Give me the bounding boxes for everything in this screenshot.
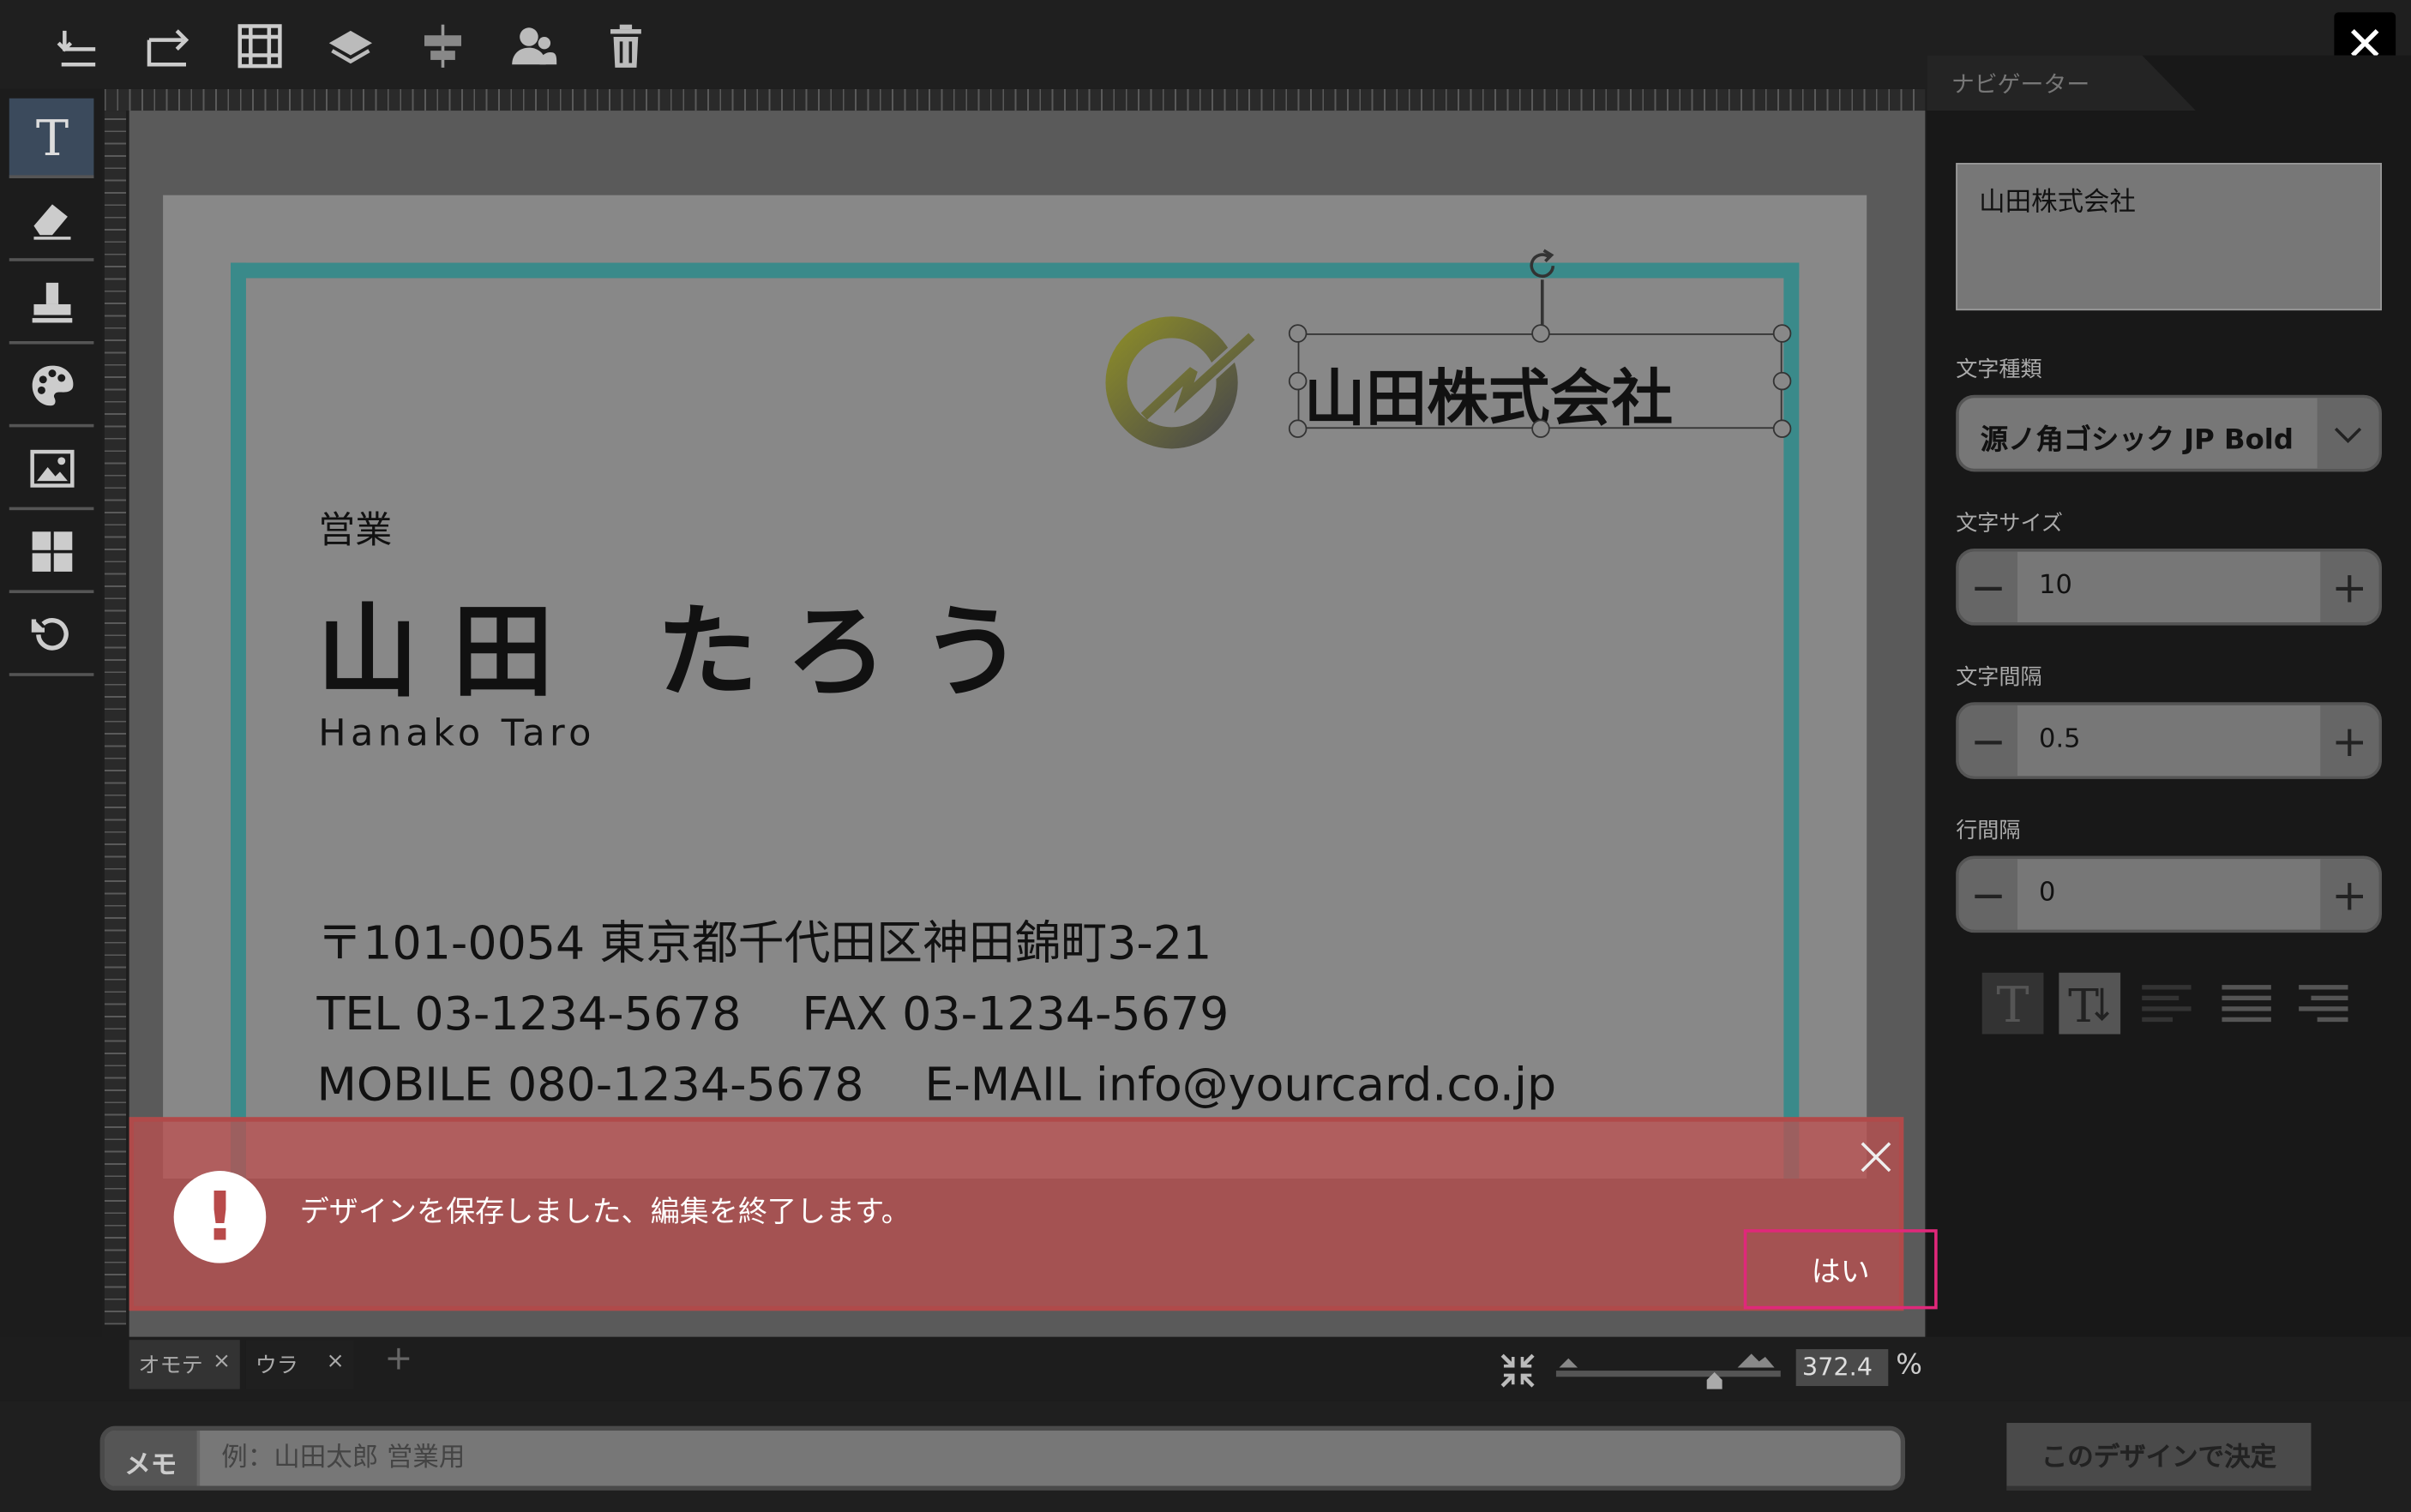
text-icon: T — [35, 112, 68, 161]
person-name-text[interactable]: 山田 たろう — [316, 570, 1056, 717]
alert-message: デザインを保存しました、編集を終了します。 — [299, 1195, 911, 1230]
rotate-handle-icon[interactable] — [1522, 246, 1562, 286]
letter-spacing-value[interactable]: 0.5 — [2039, 723, 2081, 754]
person-roman-text[interactable]: Hanako Taro — [318, 711, 596, 754]
decide-design-button[interactable]: このデザインで決定 — [2006, 1423, 2312, 1491]
navigator-panel: ナビゲーター 山田株式会社 文字種類 源ノ角ゴシック JP Bold 文字サイズ… — [1927, 55, 2411, 1337]
zoom-control: 372.4 % — [1494, 1346, 1925, 1392]
stamp-tool[interactable] — [9, 264, 94, 345]
letter-spacing-stepper: − 0.5 + — [1956, 702, 2382, 779]
resize-handle[interactable] — [1288, 419, 1308, 438]
memo-label: メモ — [104, 1431, 197, 1486]
tab-front-label: オモテ — [138, 1353, 203, 1379]
image-tool[interactable] — [9, 430, 94, 511]
resize-handle[interactable] — [1772, 419, 1792, 438]
minus-icon[interactable]: − — [1958, 859, 2017, 930]
font-type-value: 源ノ角ゴシック JP Bold — [1980, 423, 2294, 457]
resize-handle[interactable] — [1772, 324, 1792, 343]
grid-icon[interactable] — [229, 15, 291, 77]
close-icon[interactable]: × — [327, 1349, 345, 1374]
horizontal-text-icon[interactable]: T — [1981, 972, 2044, 1035]
resize-handle[interactable] — [1531, 324, 1550, 343]
tab-back[interactable]: ウラ × — [245, 1340, 354, 1389]
align-right-icon[interactable] — [2293, 973, 2354, 1035]
stamp-icon — [31, 282, 72, 323]
minus-icon[interactable]: − — [1958, 551, 2017, 623]
plus-icon[interactable]: + — [2320, 705, 2379, 777]
plus-icon[interactable]: + — [2320, 859, 2379, 930]
department-text[interactable]: 営業 — [318, 500, 392, 554]
svg-text:T: T — [35, 112, 68, 161]
align-left-icon[interactable] — [2136, 973, 2198, 1035]
align-center-text-icon[interactable] — [2216, 973, 2277, 1035]
layers-icon[interactable] — [320, 15, 382, 77]
zoom-slider[interactable] — [1553, 1349, 1783, 1392]
save-alert: ! デザインを保存しました、編集を終了します。 はい — [129, 1117, 1938, 1311]
resize-handle[interactable] — [1288, 371, 1308, 391]
exclamation-icon: ! — [173, 1171, 267, 1263]
line-spacing-value[interactable]: 0 — [2039, 878, 2055, 909]
plus-icon[interactable]: + — [2320, 551, 2379, 623]
font-size-value[interactable]: 10 — [2039, 570, 2072, 601]
minus-icon[interactable]: − — [1958, 705, 2017, 777]
resize-handle[interactable] — [1288, 324, 1308, 343]
memo-input[interactable] — [200, 1431, 1901, 1486]
line-spacing-label: 行間隔 — [1956, 819, 2021, 844]
grid-blocks-icon — [31, 531, 72, 572]
text-tool[interactable]: T — [9, 98, 94, 178]
rotate-icon — [30, 618, 68, 651]
tab-back-label: ウラ — [255, 1353, 298, 1379]
template-tool[interactable] — [9, 513, 94, 593]
yes-button[interactable]: はい — [1743, 1229, 1938, 1310]
close-icon[interactable]: × — [213, 1349, 231, 1374]
navigator-tab[interactable]: ナビゲーター — [1927, 55, 2196, 111]
rotate-line — [1540, 279, 1543, 327]
zoom-input[interactable]: 372.4 — [1795, 1348, 1889, 1387]
footer-bar: メモ このデザインで決定 — [0, 1401, 2411, 1512]
font-size-label: 文字サイズ — [1956, 511, 2064, 537]
add-page-button[interactable]: + — [376, 1340, 423, 1389]
svg-text:T: T — [2068, 979, 2099, 1028]
tab-front[interactable]: オモテ × — [129, 1340, 240, 1389]
address-text[interactable]: 〒101-0054 東京都千代田区神田錦町3-21 — [316, 905, 1212, 973]
alert-close-icon[interactable] — [1853, 1134, 1899, 1180]
redo-icon[interactable] — [137, 15, 199, 77]
font-size-stepper: − 10 + — [1956, 548, 2382, 626]
font-type-label: 文字種類 — [1956, 357, 2042, 383]
text-content-field[interactable]: 山田株式会社 — [1956, 163, 2382, 311]
resize-handle[interactable] — [1531, 419, 1550, 438]
zoom-unit: % — [1896, 1348, 1922, 1382]
undo-icon[interactable] — [46, 15, 108, 77]
image-icon — [29, 449, 74, 488]
letter-spacing-label: 文字間隔 — [1956, 665, 2042, 690]
resize-handle[interactable] — [1772, 371, 1792, 391]
align-center-icon[interactable] — [412, 15, 474, 77]
line-spacing-stepper: − 0 + — [1956, 855, 2382, 933]
tel-fax-text[interactable]: TEL 03-1234-5678 FAX 03-1234-5679 — [316, 975, 1229, 1043]
trash-icon[interactable] — [595, 15, 657, 77]
font-type-select[interactable]: 源ノ角ゴシック JP Bold — [1956, 394, 2382, 472]
palette-icon — [31, 365, 73, 406]
mobile-email-text[interactable]: MOBILE 080-1234-5678 E-MAIL info@yourcar… — [316, 1047, 1556, 1114]
memo-field: メモ — [99, 1425, 1906, 1491]
reset-tool[interactable] — [9, 597, 94, 676]
eraser-tool[interactable] — [9, 182, 94, 261]
color-tool[interactable] — [9, 347, 94, 428]
eraser-icon — [33, 204, 70, 240]
vertical-ruler — [104, 111, 127, 1325]
horizontal-ruler — [104, 88, 1926, 111]
tool-panel: T — [0, 88, 102, 1337]
selection-box — [1288, 249, 1792, 438]
company-logo — [1105, 316, 1257, 449]
business-card: 山田株式会社 営業 山田 たろう Hanako Taro 〒101-0054 東… — [163, 195, 1867, 1179]
vertical-text-icon[interactable]: T — [2059, 972, 2121, 1035]
svg-text:T: T — [1996, 979, 2029, 1028]
group-icon[interactable] — [502, 15, 564, 77]
fit-screen-icon[interactable] — [1498, 1351, 1538, 1391]
chevron-down-icon — [2317, 398, 2379, 469]
